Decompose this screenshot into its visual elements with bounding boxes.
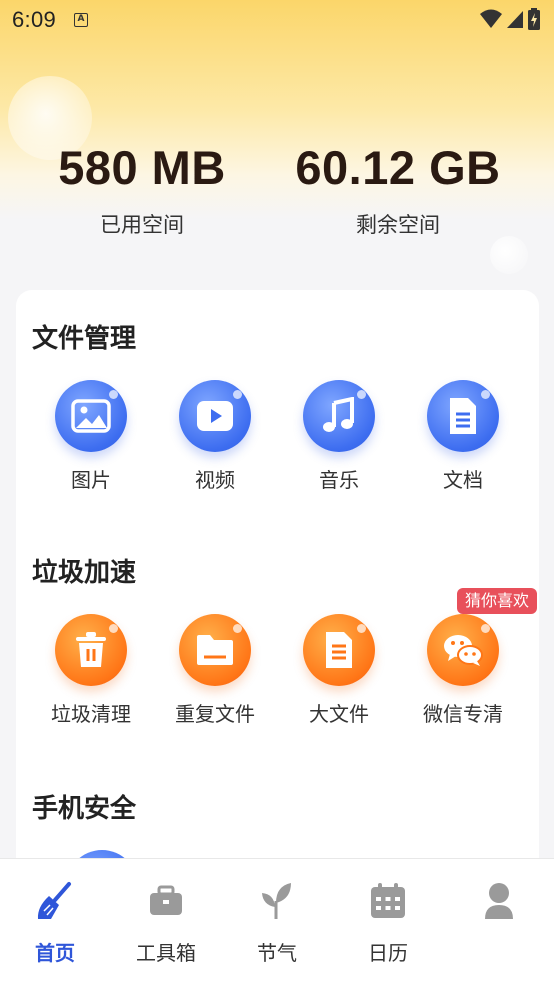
tab-home[interactable]: 首页	[0, 879, 110, 966]
document-icon	[427, 380, 499, 452]
file-management-grid: 图片 视频 音乐 文档	[16, 380, 539, 500]
section-title-phone-security: 手机安全	[32, 794, 137, 824]
broom-icon	[0, 879, 110, 923]
grid-item-wechat-clean[interactable]: 微信专清	[401, 614, 525, 727]
grid-item-label: 音乐	[319, 468, 359, 492]
tab-solar-terms[interactable]: 节气	[222, 879, 332, 966]
grid-item-documents[interactable]: 文档	[401, 380, 525, 493]
grid-item-label: 垃圾清理	[51, 702, 131, 726]
music-icon	[303, 380, 375, 452]
status-bar: 6:09 A	[0, 0, 554, 40]
tab-profile[interactable]	[444, 879, 554, 937]
sprout-icon	[222, 879, 332, 923]
grid-item-label: 大文件	[309, 702, 369, 726]
notification-a-icon: A	[74, 13, 89, 27]
tab-label: 工具箱	[136, 941, 196, 965]
tab-label: 首页	[35, 941, 75, 965]
recommend-badge: 猜你喜欢	[456, 588, 537, 614]
wechat-icon	[427, 614, 499, 686]
toolbox-icon	[111, 879, 221, 923]
status-time: 6:09	[12, 7, 57, 32]
grid-item-label: 图片	[71, 468, 111, 492]
user-icon	[444, 879, 554, 923]
grid-item-duplicate-files[interactable]: 重复文件	[153, 614, 277, 727]
grid-item-videos[interactable]: 视频	[153, 380, 277, 493]
used-space-label: 已用空间	[100, 213, 184, 237]
grid-item-music[interactable]: 音乐	[277, 380, 401, 493]
signal-icon	[507, 11, 523, 28]
wifi-icon	[480, 9, 502, 28]
calendar-icon	[333, 879, 443, 923]
video-icon	[179, 380, 251, 452]
grid-item-label: 视频	[195, 468, 235, 492]
grid-item-large-files[interactable]: 大文件	[277, 614, 401, 727]
free-space[interactable]: 60.12 GB 剩余空间	[268, 140, 528, 239]
junk-speedup-grid: 垃圾清理 重复文件 大文件 微信专清	[16, 614, 539, 734]
status-icons	[480, 8, 540, 30]
grid-item-label: 重复文件	[175, 702, 255, 726]
features-card: 文件管理 图片 视频 音乐 文档 垃圾加速 猜你喜欢 垃圾清理 重复文件 大文件…	[16, 290, 539, 930]
free-space-label: 剩余空间	[356, 213, 440, 237]
section-title-junk-speedup: 垃圾加速	[32, 558, 137, 588]
tab-toolbox[interactable]: 工具箱	[111, 879, 221, 966]
tab-label: 日历	[368, 941, 408, 965]
folder-icon	[179, 614, 251, 686]
free-space-value: 60.12 GB	[295, 141, 501, 194]
storage-stats: 580 MB 已用空间 60.12 GB 剩余空间	[0, 140, 554, 260]
used-space[interactable]: 580 MB 已用空间	[12, 140, 272, 239]
grid-item-label: 文档	[443, 468, 483, 492]
grid-item-label: 微信专清	[423, 702, 503, 726]
battery-icon	[528, 8, 540, 30]
tab-calendar[interactable]: 日历	[333, 879, 443, 966]
grid-item-junk-clean[interactable]: 垃圾清理	[29, 614, 153, 727]
used-space-value: 580 MB	[58, 141, 226, 194]
section-title-file-management: 文件管理	[32, 324, 137, 354]
big-file-icon	[303, 614, 375, 686]
grid-item-images[interactable]: 图片	[29, 380, 153, 493]
trash-icon	[55, 614, 127, 686]
bottom-tab-bar: 首页 工具箱 节气 日历	[0, 858, 554, 986]
tab-label: 节气	[257, 941, 297, 965]
image-icon	[55, 380, 127, 452]
